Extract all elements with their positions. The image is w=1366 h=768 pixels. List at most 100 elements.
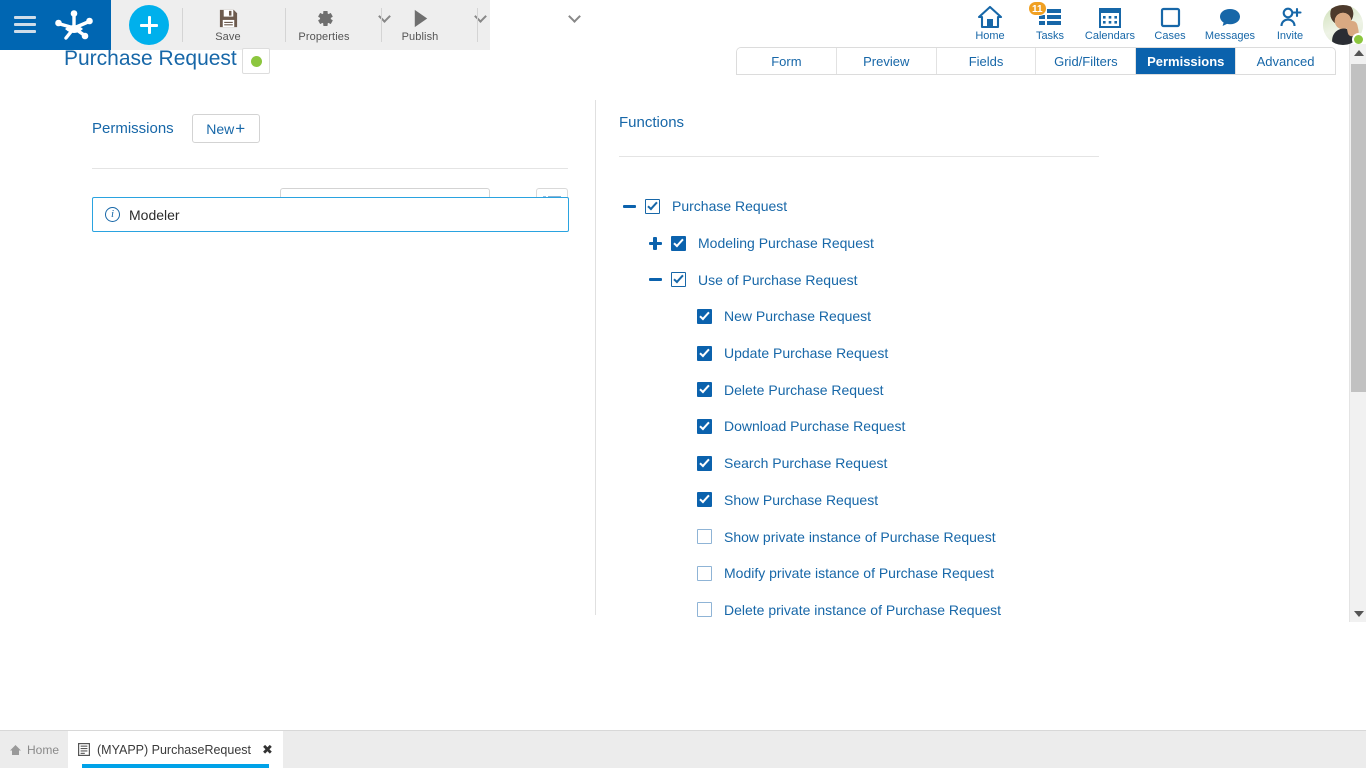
tree-node-label: Purchase Request [672,198,787,214]
tree-row[interactable]: Delete private instance of Purchase Requ… [619,592,1319,629]
save-label: Save [215,31,240,43]
scroll-down-button[interactable] [1350,605,1366,622]
tree-node-label: Delete Purchase Request [724,382,884,398]
home-icon [977,5,1003,29]
status-dot-icon [251,56,262,67]
properties-button[interactable]: Properties [293,2,355,48]
tree-row[interactable]: New Purchase Request [619,298,1319,335]
checkbox-full[interactable] [697,346,712,361]
checkbox-empty[interactable] [697,566,712,581]
twisty-spacer [671,563,691,583]
tab-fields[interactable]: Fields [937,48,1037,74]
checkbox-empty[interactable] [697,529,712,544]
taskbar-tab-purchaserequest[interactable]: (MYAPP) PurchaseRequest ✖ [68,731,283,768]
close-icon[interactable]: ✖ [262,742,273,758]
nav-label-messages: Messages [1205,30,1255,42]
tree-node-label: Modify private istance of Purchase Reque… [724,565,994,581]
add-new-button[interactable] [129,5,169,45]
publish-dropdown-caret[interactable] [570,16,588,34]
checkbox-partial[interactable] [645,199,660,214]
top-bar: Save Properties Publish [0,0,1366,50]
tab-preview[interactable]: Preview [837,48,937,74]
tree-row[interactable]: Update Purchase Request [619,335,1319,372]
app-logo-icon[interactable] [52,9,96,41]
caret-down-icon [1354,611,1364,617]
nav-label-tasks: Tasks [1036,30,1064,42]
tree-row[interactable]: Delete Purchase Request [619,371,1319,408]
tree-node-label: Download Purchase Request [724,418,905,434]
minus-glyph [623,205,636,208]
nav-item-messages[interactable]: Messages [1200,0,1260,50]
permissions-divider [92,168,568,169]
checkbox-full[interactable] [697,492,712,507]
minus-glyph [649,278,662,281]
publish-button[interactable]: Publish [389,2,451,48]
tree-row[interactable]: Show private instance of Purchase Reques… [619,518,1319,555]
nav-item-invite[interactable]: Invite [1260,0,1320,50]
plus-icon: + [235,120,245,137]
calendar-icon [1097,5,1123,29]
scrollbar-thumb[interactable] [1351,64,1366,392]
taskbar-home-button[interactable]: Home [0,731,68,768]
editor-tabs: Form Preview Fields Grid/Filters Permiss… [736,47,1336,75]
vertical-scrollbar[interactable] [1349,44,1366,622]
check-icon [673,273,683,284]
tree-row[interactable]: Show Purchase Request [619,482,1319,519]
tree-row[interactable]: Download Purchase Request [619,408,1319,445]
checkbox-full[interactable] [697,456,712,471]
checkbox-full[interactable] [671,236,686,251]
tab-form[interactable]: Form [737,48,837,74]
tab-grid-filters[interactable]: Grid/Filters [1036,48,1136,74]
save-button[interactable]: Save [197,2,259,48]
tree-node-label: New Purchase Request [724,308,871,324]
status-badge[interactable] [242,48,270,74]
checkbox-full[interactable] [697,382,712,397]
nav-item-calendars[interactable]: Calendars [1080,0,1140,50]
checkbox-full[interactable] [697,419,712,434]
nav-item-tasks[interactable]: 11 Tasks [1020,0,1080,50]
toolbar-divider-4 [477,8,478,42]
application-window: Save Properties Publish [0,0,1366,768]
tree-row[interactable]: Modeling Purchase Request [619,225,1319,262]
tasks-badge: 11 [1028,1,1047,16]
checkbox-full[interactable] [697,309,712,324]
checkbox-partial[interactable] [671,272,686,287]
tab-permissions[interactable]: Permissions [1136,48,1236,74]
nav-label-home: Home [975,30,1004,42]
avatar[interactable] [1320,0,1366,50]
tab-advanced[interactable]: Advanced [1236,48,1335,74]
expand-plus-icon[interactable] [645,233,665,253]
permissions-header: Permissions New + [92,114,260,143]
properties-dropdown-caret[interactable] [476,16,494,34]
check-icon [647,199,657,210]
permission-item-modeler[interactable]: i Modeler [92,197,569,232]
checkbox-empty[interactable] [697,602,712,617]
new-permission-label: New [206,121,234,137]
scroll-up-button[interactable] [1350,44,1366,61]
tree-row[interactable]: Search Purchase Request [619,445,1319,482]
tree-row[interactable]: Modify private istance of Purchase Reque… [619,555,1319,592]
speech-bubble-icon [1217,5,1243,29]
twisty-spacer [671,453,691,473]
nav-label-cases: Cases [1154,30,1185,42]
panel-divider [595,100,596,615]
hamburger-icon[interactable] [14,16,36,33]
taskbar: Home (MYAPP) PurchaseRequest ✖ [0,730,1366,768]
collapse-minus-icon[interactable] [645,270,665,290]
gear-icon [314,8,335,29]
chevron-down-icon [568,10,581,23]
tree-row[interactable]: Purchase Request [619,188,1319,225]
tree-row[interactable]: Use of Purchase Request [619,261,1319,298]
tree-node-label: Use of Purchase Request [698,272,858,288]
nav-item-home[interactable]: Home [960,0,1020,50]
collapse-minus-icon[interactable] [619,196,639,216]
tree-node-label: Show private instance of Purchase Reques… [724,529,996,545]
tree-node-label: Search Purchase Request [724,455,887,471]
new-permission-button[interactable]: New + [192,114,260,143]
nav-item-cases[interactable]: Cases [1140,0,1200,50]
functions-divider [619,156,1099,157]
tree-node-label: Show Purchase Request [724,492,878,508]
editor-toolbar: Save Properties Publish [111,0,490,50]
check-icon [699,456,709,467]
caret-up-icon [1354,50,1364,56]
